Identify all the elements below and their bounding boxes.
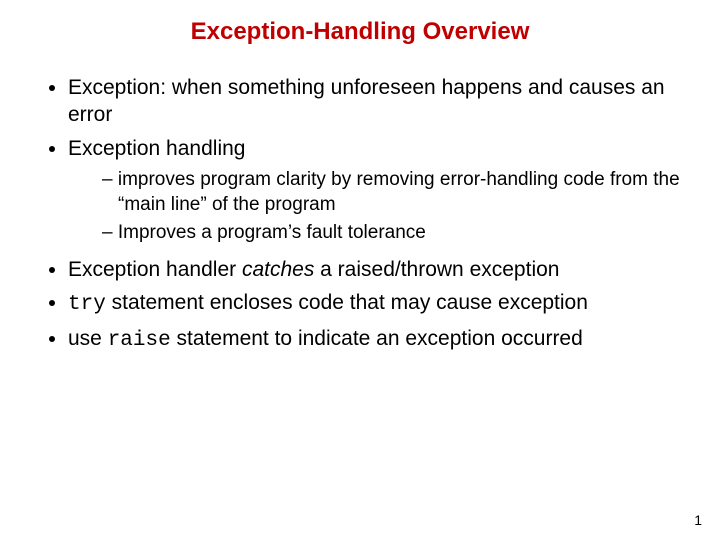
bullet-exception-handler: Exception handler catches a raised/throw… <box>68 256 680 283</box>
italic-catches: catches <box>242 258 314 281</box>
text-fragment: use <box>68 327 108 350</box>
text-fragment: statement encloses code that may cause e… <box>106 291 588 314</box>
slide-title: Exception-Handling Overview <box>40 18 680 46</box>
text-fragment: statement to indicate an exception occur… <box>171 327 583 350</box>
sub-bullet-clarity: improves program clarity by removing err… <box>102 168 680 217</box>
code-raise: raise <box>108 329 171 352</box>
sub-bullet-list: improves program clarity by removing err… <box>68 168 680 246</box>
page-number: 1 <box>694 512 702 528</box>
text-fragment: a raised/thrown exception <box>314 258 559 281</box>
sub-bullet-fault-tolerance: Improves a program’s fault tolerance <box>102 221 680 246</box>
bullet-raise-statement: use raise statement to indicate an excep… <box>68 325 680 354</box>
bullet-exception-handling: Exception handling improves program clar… <box>68 135 680 246</box>
bullet-try-statement: try statement encloses code that may cau… <box>68 289 680 318</box>
bullet-exception-handling-text: Exception handling <box>68 137 245 160</box>
text-fragment: Exception handler <box>68 258 242 281</box>
code-try: try <box>68 293 106 316</box>
bullet-exception-definition: Exception: when something unforeseen hap… <box>68 74 680 129</box>
slide: Exception-Handling Overview Exception: w… <box>0 0 720 540</box>
bullet-list: Exception: when something unforeseen hap… <box>40 74 680 354</box>
